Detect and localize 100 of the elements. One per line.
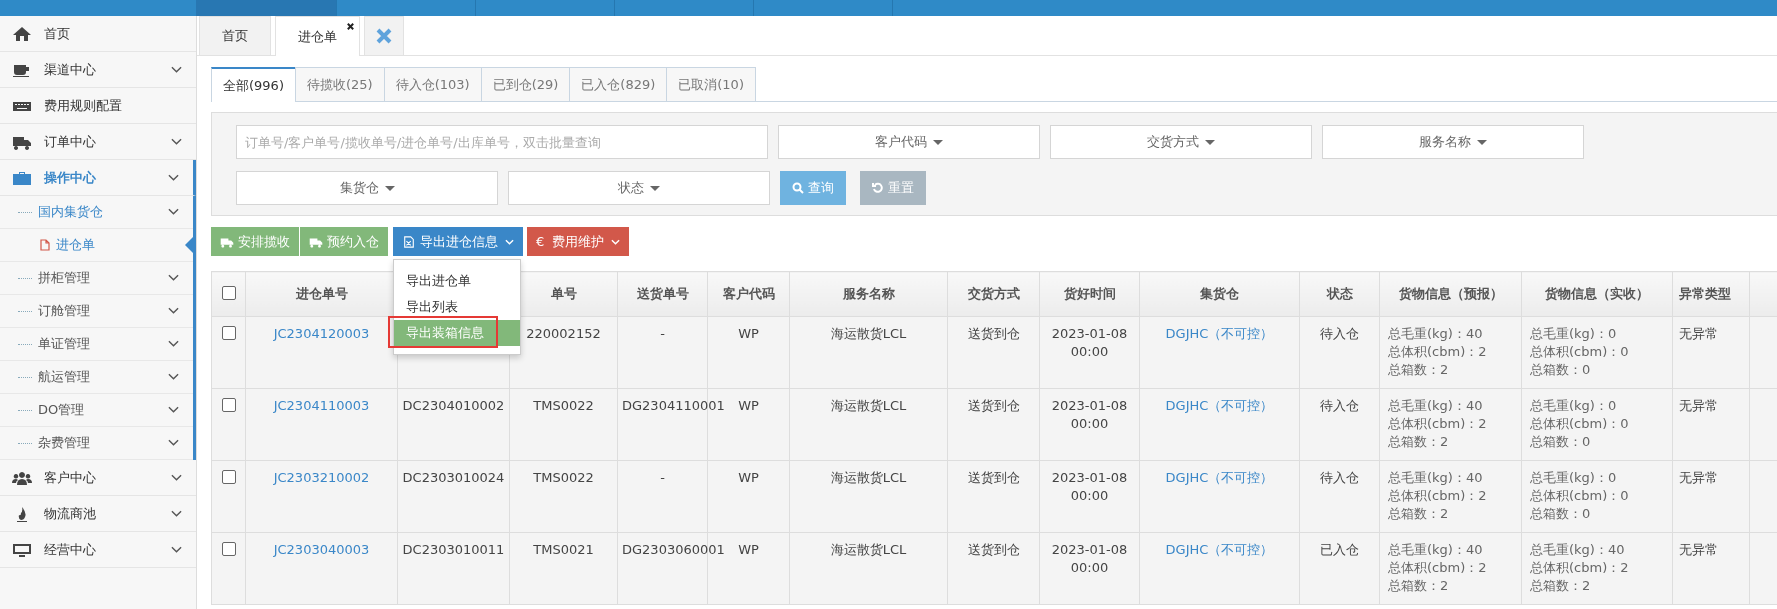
table-link[interactable]: DGJHC（不可控）	[1165, 326, 1274, 341]
menu-item[interactable]: 导出进仓单	[394, 268, 520, 294]
sidebar-item-label: 渠道中心	[44, 60, 97, 79]
status-tab[interactable]: 待揽收(25)	[294, 67, 385, 101]
column-header: 进仓单号	[295, 286, 348, 301]
sidebar-subitem-label: 订舱管理	[38, 302, 91, 320]
file-icon	[402, 235, 416, 248]
file-icon	[40, 239, 50, 251]
sidebar-item[interactable]: 客户中心	[0, 460, 196, 496]
checkbox[interactable]	[221, 326, 236, 340]
table-link[interactable]: JC2303210002	[273, 470, 370, 485]
status-tab[interactable]: 已到仓(29)	[480, 67, 571, 101]
dropdown-field[interactable]: 服务名称	[1322, 125, 1584, 159]
home-icon	[12, 25, 32, 42]
sidebar-item-label: 客户中心	[44, 468, 97, 487]
table-cell: -	[660, 469, 665, 487]
chevron-icon	[171, 65, 182, 74]
column-header: 集货仓	[1200, 286, 1239, 301]
close-icon	[374, 26, 394, 46]
table-cell: 待入仓	[1320, 397, 1359, 415]
search-field[interactable]: 订单号/客户单号/揽收单号/进仓单号/出库单号，双击批量查询	[236, 125, 768, 159]
table-cell: 2023-01-08 00:00	[1051, 325, 1128, 361]
caret-icon	[1477, 139, 1487, 145]
sidebar-subitem[interactable]: 杂费管理	[0, 427, 193, 460]
action-button[interactable]: 导出进仓信息	[393, 227, 523, 256]
euro-icon: €	[536, 234, 545, 249]
table-cell-text: 总毛重(kg)：40 总体积(cbm)：2 总箱数：2	[1388, 469, 1488, 523]
table-cell: 海运散货LCL	[830, 325, 907, 343]
table-cell-text: 总毛重(kg)：40 总体积(cbm)：2 总箱数：2	[1388, 397, 1488, 451]
sidebar-subitem-label: 单证管理	[38, 335, 91, 353]
checkbox[interactable]	[221, 398, 236, 412]
sidebar-item[interactable]: 渠道中心	[0, 52, 196, 88]
table-link[interactable]: DGJHC（不可控）	[1165, 470, 1274, 485]
page-tab-label: 首页	[222, 27, 248, 45]
table-link[interactable]: JC2303040003	[273, 542, 370, 557]
caret-icon	[1205, 139, 1215, 145]
checkbox[interactable]	[221, 470, 236, 484]
table-cell: WP	[738, 397, 759, 415]
sidebar-subitem[interactable]: DO管理	[0, 394, 193, 427]
checkbox[interactable]	[221, 285, 236, 300]
reset-icon	[872, 182, 884, 194]
checkbox[interactable]	[221, 542, 236, 556]
sidebar-leaf-label: 进仓单	[56, 236, 95, 254]
status-tab[interactable]: 待入仓(103)	[383, 67, 482, 101]
table-cell-text: 总毛重(kg)：40 总体积(cbm)：2 总箱数：2	[1388, 541, 1488, 595]
page-tab[interactable]: 首页	[199, 16, 271, 55]
sidebar-subitem-label: 航运管理	[38, 368, 91, 386]
column-header: 单号	[550, 286, 577, 301]
chevron-icon	[171, 509, 182, 518]
table-cell-text: 总毛重(kg)：40 总体积(cbm)：2 总箱数：2	[1388, 325, 1488, 379]
table-link[interactable]: JC2304120003	[273, 326, 370, 341]
active-marker-icon	[185, 237, 193, 253]
sidebar-subitem-label: DO管理	[38, 401, 86, 419]
table-link[interactable]: DGJHC（不可控）	[1165, 398, 1274, 413]
column-header: 异常类型	[1679, 286, 1731, 301]
table-cell: DG2303060001	[622, 541, 725, 559]
sidebar-subitem[interactable]: 订舱管理	[0, 295, 193, 328]
table-cell-text: 总毛重(kg)：40 总体积(cbm)：2 总箱数：2	[1530, 541, 1630, 595]
chevron-icon	[168, 373, 179, 381]
page-tab[interactable]: 进仓单	[275, 16, 360, 56]
chevron-icon	[168, 307, 179, 315]
sidebar-item[interactable]: 首页	[0, 16, 196, 52]
dropdown-field[interactable]: 交货方式	[1050, 125, 1312, 159]
page-tab-label: 进仓单	[298, 27, 337, 46]
sidebar-subitem[interactable]: 拼柜管理	[0, 262, 193, 295]
chevron-icon	[168, 406, 179, 414]
sidebar-item-label: 操作中心	[44, 168, 97, 187]
status-tab[interactable]: 已入仓(829)	[569, 67, 668, 101]
column-header: 服务名称	[842, 286, 895, 301]
sidebar-subitem[interactable]: 国内集货仓	[0, 196, 193, 229]
sidebar-item[interactable]: 操作中心	[0, 160, 196, 196]
column-header: 交货方式	[967, 286, 1020, 301]
menu-item[interactable]: 导出列表	[394, 294, 520, 320]
chevron-icon	[168, 274, 179, 282]
table-link[interactable]: DGJHC（不可控）	[1165, 542, 1274, 557]
close-icon[interactable]	[346, 22, 355, 31]
sidebar-item-label: 费用规则配置	[44, 96, 123, 115]
sidebar-subitem-label: 杂费管理	[38, 434, 91, 452]
table-link[interactable]: JC2304110003	[273, 398, 370, 413]
column-header: 状态	[1326, 286, 1353, 301]
table-cell: 海运散货LCL	[830, 541, 907, 559]
sidebar-item[interactable]: 经营中心	[0, 532, 196, 568]
search-icon	[792, 182, 804, 194]
caret-icon	[933, 139, 943, 145]
dropdown-field[interactable]: 状态	[508, 171, 770, 205]
status-tab[interactable]: 全部(996)	[211, 67, 296, 102]
sidebar-leaf-item[interactable]: 进仓单	[0, 229, 193, 262]
sidebar-item[interactable]: 物流商池	[0, 496, 196, 532]
sidebar-subitem[interactable]: 航运管理	[0, 361, 193, 394]
sidebar-item[interactable]: 费用规则配置	[0, 88, 196, 124]
table-cell: TMS0022	[533, 397, 594, 415]
table-cell: WP	[738, 541, 759, 559]
sidebar-subitem[interactable]: 单证管理	[0, 328, 193, 361]
table-cell: WP	[738, 325, 759, 343]
status-tab[interactable]: 已取消(10)	[666, 67, 756, 101]
dropdown-field[interactable]: 集货仓	[236, 171, 498, 205]
action-button[interactable]: € 费用维护	[527, 227, 630, 256]
sidebar-subitem-label: 拼柜管理	[38, 269, 91, 287]
column-header: 送货单号	[636, 286, 689, 301]
dropdown-field[interactable]: 客户代码	[778, 125, 1040, 159]
